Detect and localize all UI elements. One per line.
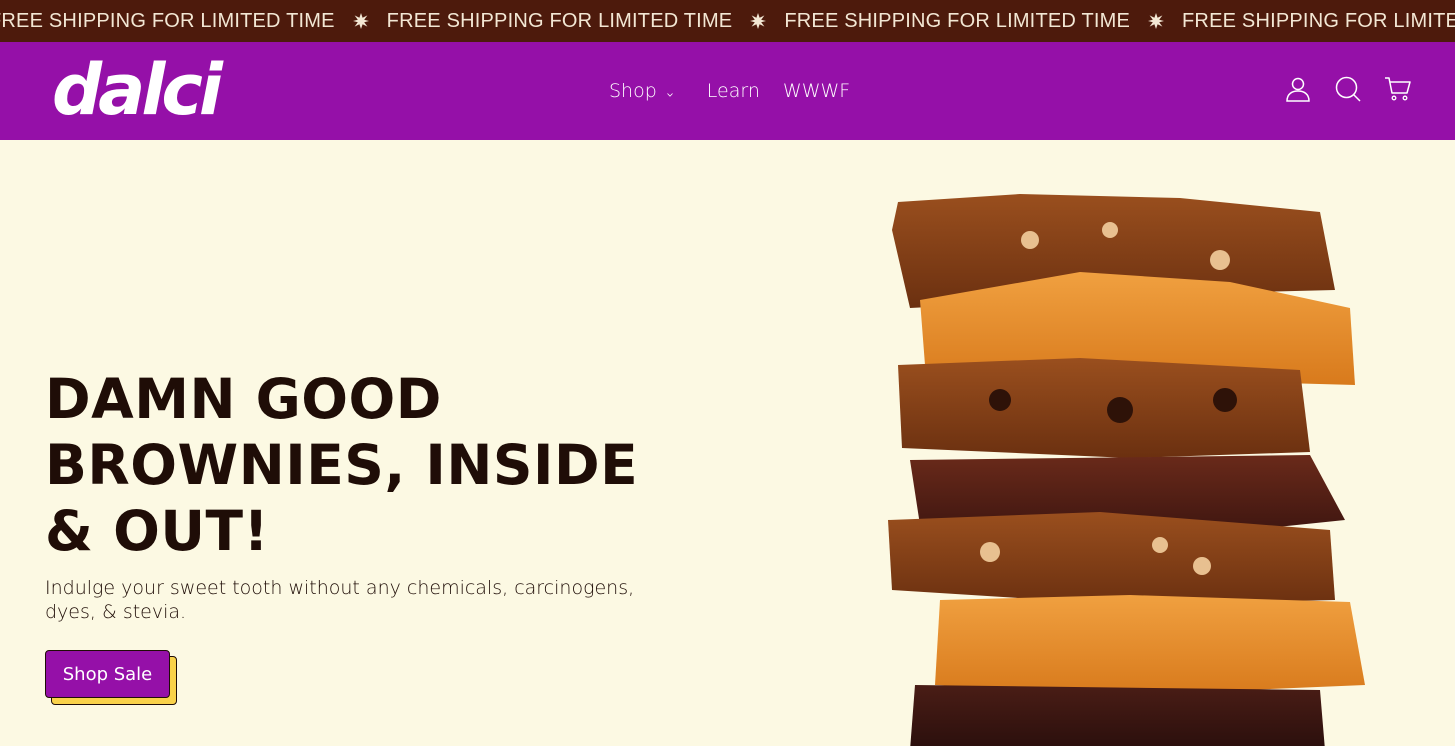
chevron-down-icon	[667, 93, 673, 97]
headline-line: & OUT!	[45, 499, 270, 563]
search-icon[interactable]	[1334, 75, 1362, 103]
header-icons	[1284, 75, 1412, 103]
svg-text:dalci: dalci	[52, 52, 224, 128]
announcement-track: FREE SHIPPING FOR LIMITED TIME FREE SHIP…	[0, 0, 1455, 42]
main-nav: Shop Learn WWWF	[609, 42, 850, 140]
announcement-item: FREE SHIPPING FOR LIMITED TIME	[387, 10, 785, 33]
nav-learn[interactable]: Learn	[707, 80, 760, 102]
starburst-icon	[352, 13, 369, 29]
shop-sale-button[interactable]: Shop Sale	[45, 650, 170, 698]
hero-subtext: Indulge your sweet tooth without any che…	[45, 577, 635, 623]
announcement-item: FREE SHIPPING FOR LIMITED TIME	[1182, 9, 1455, 32]
starburst-icon	[750, 13, 767, 29]
nav-shop[interactable]: Shop	[609, 80, 673, 102]
dalci-logo: dalci	[52, 49, 228, 131]
site-header: dalci Shop Learn WWWF	[0, 42, 1455, 140]
account-icon[interactable]	[1284, 75, 1312, 103]
headline-line: DAMN GOOD	[45, 367, 442, 431]
hero-section: DAMN GOOD BROWNIES, INSIDE & OUT! Indulg…	[0, 140, 1455, 746]
cart-icon[interactable]	[1384, 75, 1412, 103]
nav-wwwf[interactable]: WWWF	[783, 80, 850, 102]
starburst-icon	[1148, 13, 1165, 29]
announcement-bar: FREE SHIPPING FOR LIMITED TIME FREE SHIP…	[0, 0, 1455, 42]
cta-wrapper: Shop Sale	[45, 650, 177, 706]
announcement-item: FREE SHIPPING FOR LIMITED TIME	[0, 10, 387, 33]
announcement-item: FREE SHIPPING FOR LIMITED TIME	[784, 10, 1182, 33]
hero-headline: DAMN GOOD BROWNIES, INSIDE & OUT!	[45, 366, 705, 564]
nav-shop-label: Shop	[609, 80, 657, 102]
brownie-stack-image	[888, 194, 1365, 746]
headline-line: BROWNIES, INSIDE	[45, 433, 639, 497]
brand-logo[interactable]: dalci	[50, 49, 255, 131]
